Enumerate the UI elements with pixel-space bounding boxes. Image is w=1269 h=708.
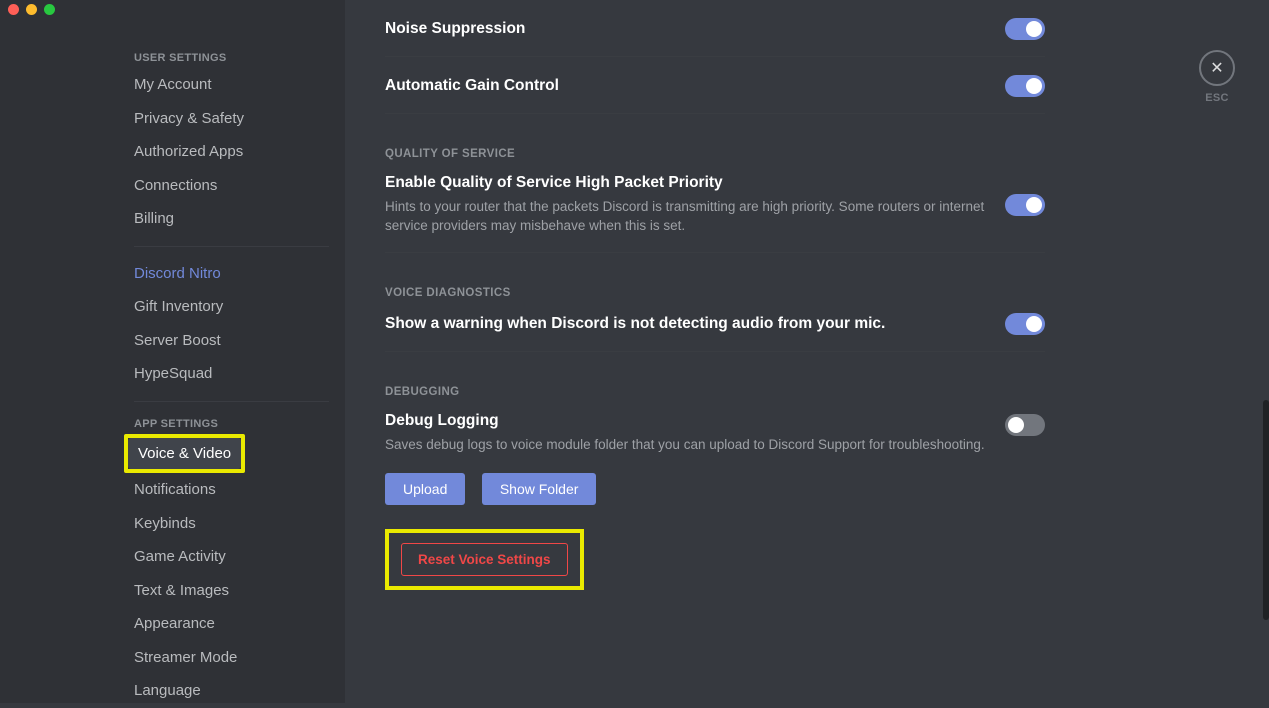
sidebar-item-text-images[interactable]: Text & Images bbox=[124, 574, 329, 608]
esc-label: ESC bbox=[1199, 92, 1235, 104]
sidebar-header-app-settings: APP SETTINGS bbox=[134, 412, 329, 434]
window-zoom-icon[interactable] bbox=[44, 4, 55, 15]
toggle-automatic-gain-control[interactable] bbox=[1005, 75, 1045, 97]
toggle-debug-logging[interactable] bbox=[1005, 414, 1045, 436]
sidebar-item-discord-nitro[interactable]: Discord Nitro bbox=[124, 257, 329, 291]
sidebar-divider bbox=[134, 246, 329, 247]
setting-title: Automatic Gain Control bbox=[385, 77, 559, 95]
sidebar-item-game-activity[interactable]: Game Activity bbox=[124, 540, 329, 574]
toggle-qos-priority[interactable] bbox=[1005, 194, 1045, 216]
sidebar-item-voice-video[interactable]: Voice & Video bbox=[128, 438, 241, 470]
sidebar-item-authorized-apps[interactable]: Authorized Apps bbox=[124, 135, 329, 169]
setting-mic-warning: Show a warning when Discord is not detec… bbox=[385, 295, 1045, 352]
sidebar-item-streamer-mode[interactable]: Streamer Mode bbox=[124, 641, 329, 675]
toggle-mic-warning[interactable] bbox=[1005, 313, 1045, 335]
close-settings-button[interactable]: ✕ ESC bbox=[1199, 50, 1235, 104]
sidebar-item-appearance[interactable]: Appearance bbox=[124, 607, 329, 641]
setting-title: Debug Logging bbox=[385, 412, 1005, 430]
setting-title: Noise Suppression bbox=[385, 20, 525, 38]
sidebar-item-hypesquad[interactable]: HypeSquad bbox=[124, 357, 329, 391]
setting-title: Enable Quality of Service High Packet Pr… bbox=[385, 174, 1005, 192]
window-close-icon[interactable] bbox=[8, 4, 19, 15]
scrollbar-thumb[interactable] bbox=[1263, 400, 1269, 620]
sidebar-item-billing[interactable]: Billing bbox=[124, 202, 329, 236]
upload-button[interactable]: Upload bbox=[385, 473, 465, 505]
toggle-noise-suppression[interactable] bbox=[1005, 18, 1045, 40]
setting-qos-priority: Enable Quality of Service High Packet Pr… bbox=[385, 156, 1045, 253]
sidebar-item-gift-inventory[interactable]: Gift Inventory bbox=[124, 290, 329, 324]
show-folder-button[interactable]: Show Folder bbox=[482, 473, 597, 505]
reset-voice-settings-button[interactable]: Reset Voice Settings bbox=[401, 543, 568, 576]
setting-description: Hints to your router that the packets Di… bbox=[385, 198, 1005, 236]
setting-title: Show a warning when Discord is not detec… bbox=[385, 315, 885, 333]
setting-debug-logging: Debug Logging Saves debug logs to voice … bbox=[385, 394, 1045, 505]
sidebar-item-server-boost[interactable]: Server Boost bbox=[124, 324, 329, 358]
sidebar-item-keybinds[interactable]: Keybinds bbox=[124, 507, 329, 541]
setting-description: Saves debug logs to voice module folder … bbox=[385, 436, 1005, 455]
sidebar-item-my-account[interactable]: My Account bbox=[124, 68, 329, 102]
sidebar-divider bbox=[134, 401, 329, 402]
sidebar-item-privacy-safety[interactable]: Privacy & Safety bbox=[124, 102, 329, 136]
sidebar-header-user-settings: USER SETTINGS bbox=[134, 46, 329, 68]
sidebar-item-notifications[interactable]: Notifications bbox=[124, 473, 329, 507]
window-traffic-lights[interactable] bbox=[8, 4, 55, 15]
setting-automatic-gain-control: Automatic Gain Control bbox=[385, 57, 1045, 114]
sidebar-item-language[interactable]: Language bbox=[124, 674, 329, 708]
window-minimize-icon[interactable] bbox=[26, 4, 37, 15]
sidebar-item-connections[interactable]: Connections bbox=[124, 169, 329, 203]
close-icon[interactable]: ✕ bbox=[1199, 50, 1235, 86]
highlight-voice-video: Voice & Video bbox=[124, 434, 245, 474]
settings-content: Noise Suppression Automatic Gain Control… bbox=[345, 0, 1269, 703]
setting-noise-suppression: Noise Suppression bbox=[385, 0, 1045, 57]
highlight-reset: Reset Voice Settings bbox=[385, 529, 584, 590]
settings-sidebar: USER SETTINGS My Account Privacy & Safet… bbox=[0, 0, 345, 703]
